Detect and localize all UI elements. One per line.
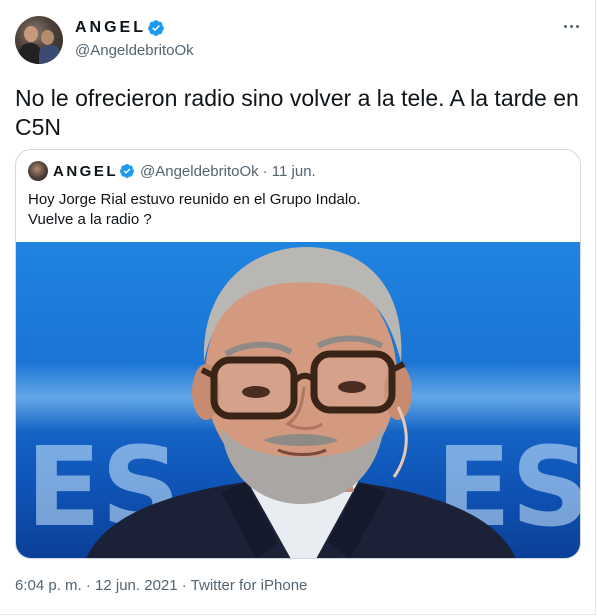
quoted-tweet-text: Hoy Jorge Rial estuvo reunido en el Grup… bbox=[28, 190, 568, 230]
author-name-row[interactable]: ANGEL bbox=[75, 19, 165, 37]
quoted-author-handle: @AngeldebritoOk bbox=[140, 162, 259, 180]
quoted-tweet[interactable]: ANGEL @AngeldebritoOk · 11 jun. Hoy Jorg… bbox=[15, 149, 581, 559]
quoted-author-avatar bbox=[28, 161, 48, 181]
tweet-card: ANGEL @AngeldebritoOk No le ofrecieron r… bbox=[0, 0, 596, 615]
quoted-author-display-name: ANGEL bbox=[53, 162, 118, 180]
quoted-tweet-line-2: Vuelve a la radio ? bbox=[28, 211, 152, 228]
tweet-header: ANGEL @AngeldebritoOk bbox=[15, 14, 585, 66]
quoted-tweet-line-1: Hoy Jorge Rial estuvo reunido en el Grup… bbox=[28, 191, 361, 208]
tweet-text: No le ofrecieron radio sino volver a la … bbox=[15, 85, 579, 140]
quoted-tweet-date: · 11 jun. bbox=[262, 162, 316, 180]
author-avatar[interactable] bbox=[15, 16, 63, 64]
tweet-timestamp[interactable]: 6:04 p. m. · 12 jun. 2021 · Twitter for … bbox=[15, 577, 307, 594]
verified-badge-icon bbox=[148, 20, 164, 36]
verified-badge-icon bbox=[119, 164, 134, 178]
person-photo bbox=[86, 247, 516, 558]
author-handle[interactable]: @AngeldebritoOk bbox=[75, 42, 194, 59]
quoted-tweet-photo[interactable]: ЕS ES bbox=[16, 242, 580, 558]
quoted-tweet-header: ANGEL @AngeldebritoOk · 11 jun. bbox=[28, 161, 316, 181]
author-display-name[interactable]: ANGEL bbox=[75, 19, 146, 37]
more-options-icon[interactable] bbox=[561, 20, 581, 32]
